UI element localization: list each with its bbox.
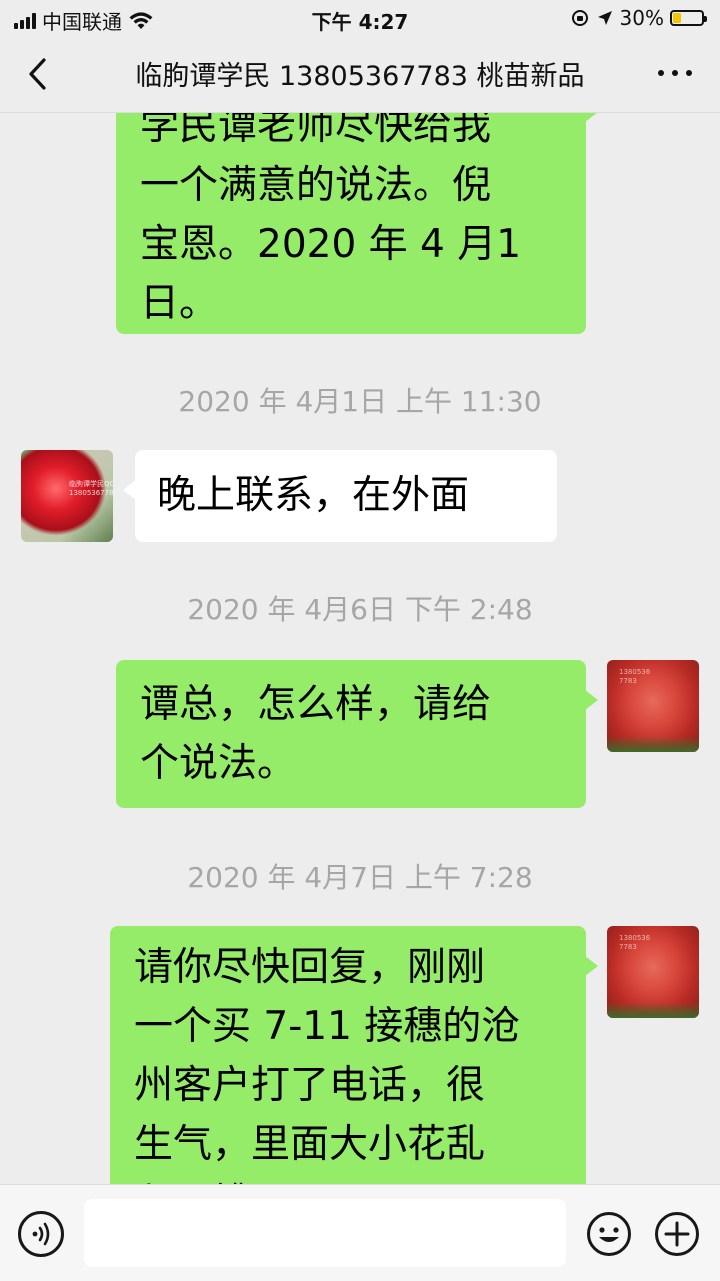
location-icon bbox=[597, 11, 612, 25]
status-bar: 中国联通 下午 4:27 30% bbox=[0, 0, 720, 36]
message-bubble-outgoing[interactable]: 请你尽快回复，刚刚 一个买 7-11 接穗的沧 州客户打了电话，很 生气，里面大… bbox=[110, 926, 598, 1184]
avatar-watermark: 1380536 7783 bbox=[619, 934, 651, 951]
message-line: 日。 bbox=[140, 281, 219, 326]
message-line: 晚上联系，在外面 bbox=[157, 473, 470, 518]
message-bubble-outgoing[interactable]: 学民谭老师尽快给我 一个满意的说法。倪 宝恩。2020 年 4 月1 日。 bbox=[116, 112, 598, 334]
message-line: 谭总，怎么样，请给 bbox=[140, 682, 492, 727]
message-input[interactable] bbox=[84, 1199, 566, 1267]
message-timestamp: 2020 年 4月6日 下午 2:48 bbox=[187, 593, 533, 626]
message-line: 生气，里面大小花乱 bbox=[134, 1122, 486, 1167]
battery-fill bbox=[673, 13, 681, 23]
battery-percent: 30% bbox=[619, 6, 664, 30]
message-line: 学民谭老师尽快给我 bbox=[140, 112, 492, 149]
message-line: 请你尽快回复，刚刚 bbox=[134, 945, 486, 990]
emoji-icon[interactable] bbox=[586, 1211, 632, 1257]
status-right: 30% bbox=[570, 6, 707, 30]
plus-icon[interactable] bbox=[654, 1211, 700, 1257]
chat-header: 临朐谭学民 13805367783 桃苗新品 bbox=[0, 36, 720, 113]
more-dots-icon[interactable] bbox=[658, 70, 692, 76]
avatar[interactable]: 1380536 7783 bbox=[607, 660, 699, 752]
orientation-lock-icon bbox=[571, 10, 588, 26]
voice-icon[interactable] bbox=[18, 1211, 64, 1257]
battery-icon bbox=[670, 10, 707, 26]
message-line: 一个买 7-11 接穗的沧 bbox=[134, 1004, 521, 1049]
message-line: 七八糟 bbox=[134, 1174, 562, 1184]
avatar-watermark: 临朐谭学民QQ13805367783 bbox=[69, 480, 113, 497]
input-bar bbox=[0, 1184, 720, 1281]
message-line: 一个满意的说法。倪 bbox=[140, 163, 492, 208]
message-bubble-incoming[interactable]: 晚上联系，在外面 bbox=[123, 450, 557, 542]
message-line: 州客户打了电话，很 bbox=[134, 1063, 486, 1108]
avatar-watermark: 1380536 7783 bbox=[619, 668, 651, 685]
message-line: 宝恩。2020 年 4 月1 bbox=[140, 222, 522, 267]
message-timestamp: 2020 年 4月7日 上午 7:28 bbox=[187, 861, 533, 894]
message-timestamp: 2020 年 4月1日 上午 11:30 bbox=[178, 385, 542, 418]
avatar[interactable]: 1380536 7783 bbox=[607, 926, 699, 1018]
message-bubble-outgoing[interactable]: 谭总，怎么样，请给 个说法。 bbox=[116, 660, 598, 808]
avatar[interactable]: 临朐谭学民QQ13805367783 bbox=[21, 450, 113, 542]
message-line: 个说法。 bbox=[140, 741, 297, 786]
chevron-left-icon[interactable] bbox=[22, 54, 56, 94]
chat-messages[interactable]: 学民谭老师尽快给我 一个满意的说法。倪 宝恩。2020 年 4 月1 日。 20… bbox=[0, 112, 720, 1184]
chat-title: 临朐谭学民 13805367783 桃苗新品 bbox=[135, 61, 585, 92]
